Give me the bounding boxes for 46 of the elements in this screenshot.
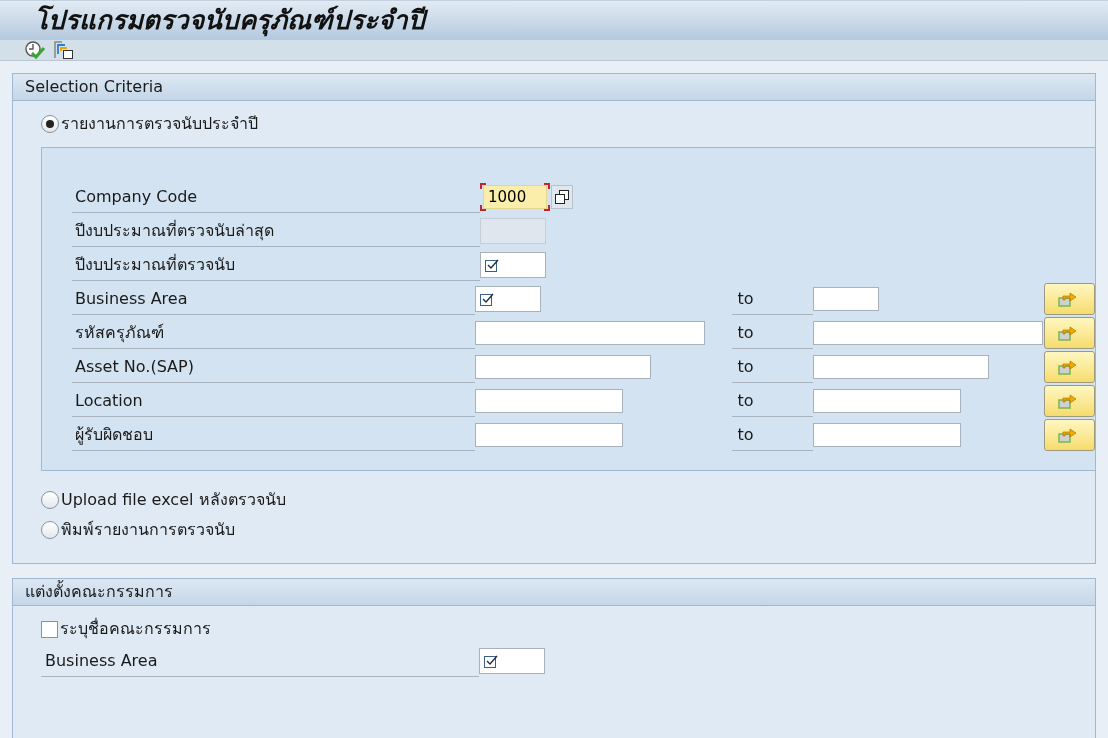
radio-button[interactable] (41, 521, 59, 539)
input-field[interactable] (812, 321, 1043, 345)
input-field[interactable] (474, 389, 623, 413)
variants-icon[interactable] (54, 40, 76, 60)
radio-label: Upload file excel หลังตรวจนับ (61, 489, 286, 511)
multiple-selection-button[interactable] (1043, 317, 1095, 349)
input-field[interactable]: 1000 (483, 185, 547, 209)
field-label: ปีงบประมาณที่ตรวจนับล่าสุด (72, 215, 480, 247)
range-label: to (731, 317, 813, 349)
input-field[interactable] (812, 287, 879, 311)
input-field[interactable] (474, 423, 623, 447)
input-field[interactable] (474, 321, 705, 345)
field-label: Business Area (72, 283, 475, 315)
multiple-selection-button[interactable] (1043, 419, 1095, 451)
multiple-selection-button[interactable] (1043, 351, 1095, 383)
group-title: แต่งตั้งคณะกรรมการ (13, 579, 1095, 606)
radio-label: รายงานการตรวจนับประจำปี (61, 113, 258, 135)
input-field[interactable] (812, 423, 961, 447)
multiple-selection-button[interactable] (1043, 283, 1095, 315)
multiple-selection-button[interactable] (1043, 385, 1095, 417)
field-label: Asset No.(SAP) (72, 351, 475, 383)
range-label: to (731, 283, 813, 315)
field-label: Location (72, 385, 475, 417)
value-help-button[interactable] (551, 185, 573, 209)
input-field[interactable] (812, 355, 989, 379)
radio-button[interactable] (41, 491, 59, 509)
radio-label: พิมพ์รายงานการตรวจนับ (61, 519, 235, 541)
field-label: ปีงบประมาณที่ตรวจนับ (72, 249, 480, 281)
field-label: Company Code (72, 181, 480, 213)
input-field[interactable] (479, 648, 545, 674)
input-field[interactable] (812, 389, 961, 413)
checkbox[interactable] (41, 620, 58, 638)
field-label: รหัสครุภัณฑ์ (72, 317, 475, 349)
copy-icon (555, 190, 569, 204)
execute-icon[interactable] (24, 40, 46, 60)
input-field[interactable] (474, 286, 541, 312)
field-label: Business Area (41, 645, 479, 677)
range-label: to (731, 419, 813, 451)
radio-button[interactable] (41, 115, 59, 133)
input-field[interactable] (474, 355, 651, 379)
field-label: ผู้รับผิดชอบ (72, 419, 475, 451)
group-title: Selection Criteria (13, 74, 1095, 101)
checkbox-label: ระบุชื่อคณะกรรมการ (60, 617, 211, 641)
range-label: to (731, 351, 813, 383)
range-label: to (731, 385, 813, 417)
input-field[interactable] (480, 252, 546, 278)
